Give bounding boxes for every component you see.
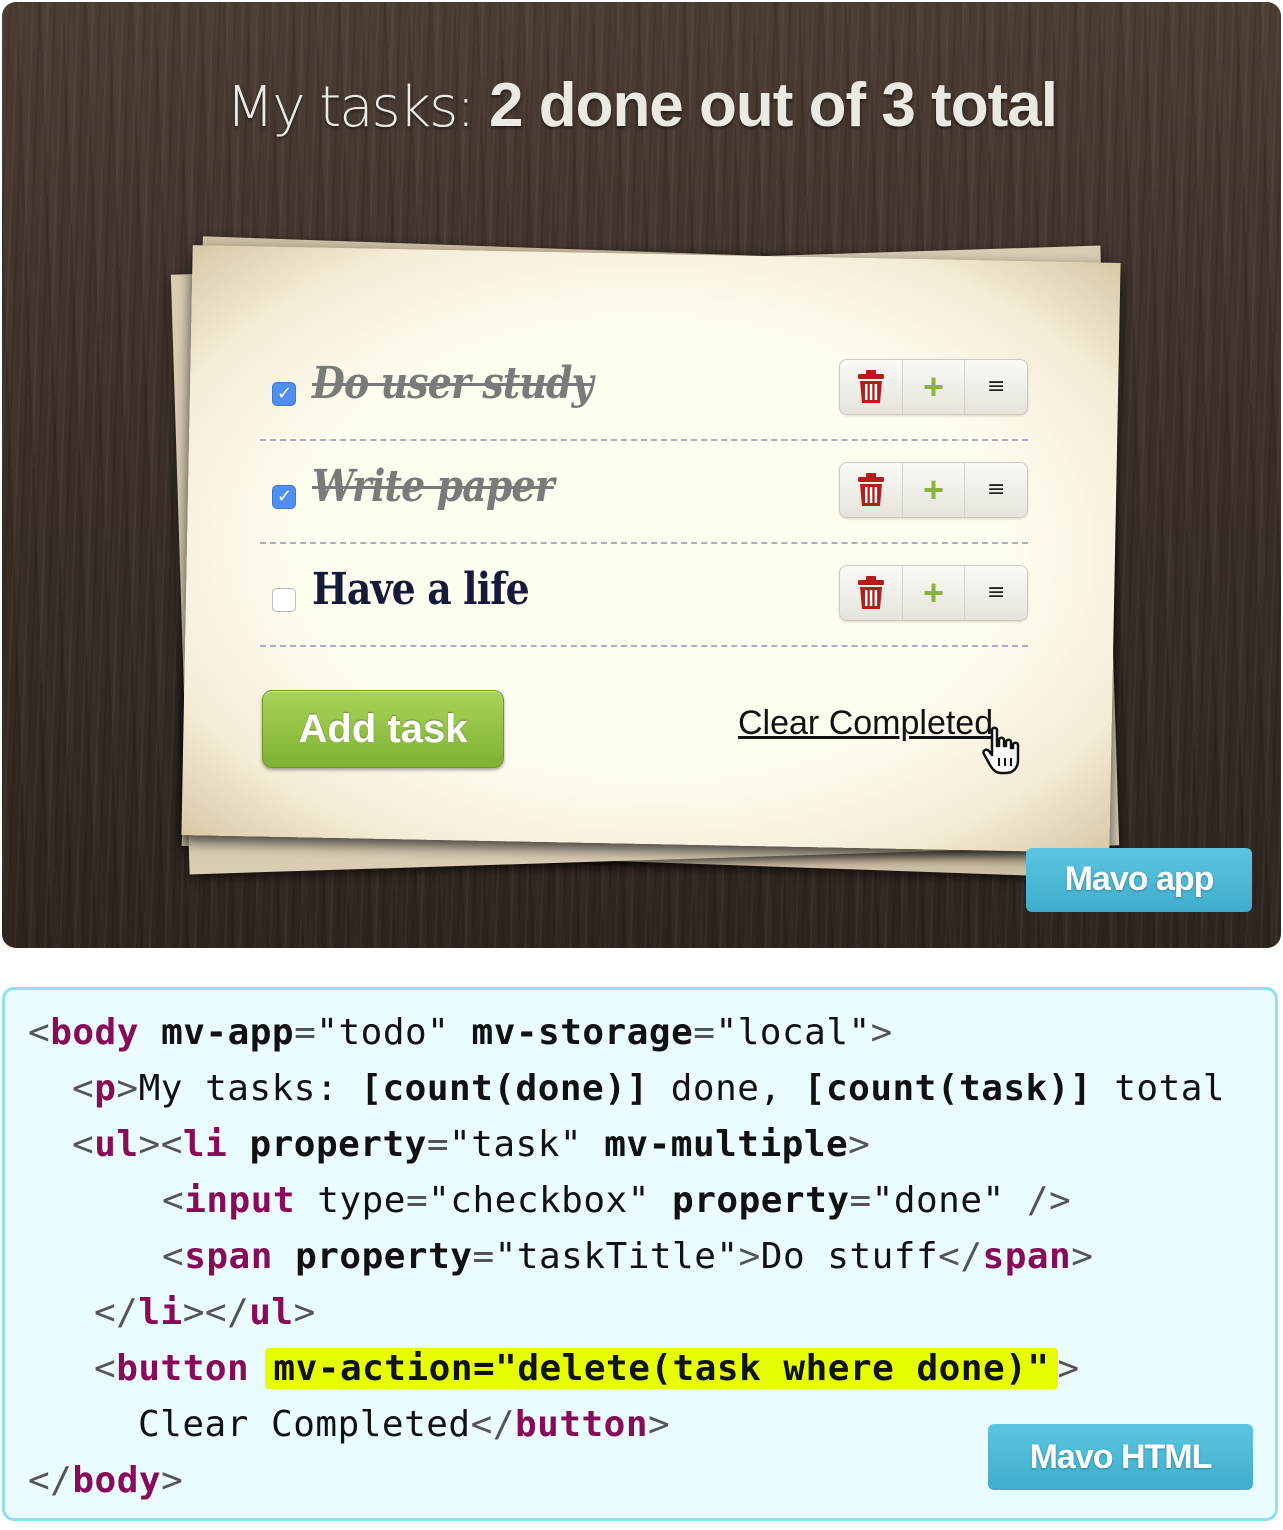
code-line-button: <button mv-action="delete(task where don… — [94, 1348, 1080, 1389]
code-line-button-text: Clear Completed</button> — [138, 1404, 671, 1445]
delete-task-button[interactable] — [840, 566, 903, 620]
reorder-handle[interactable]: ≡ — [965, 566, 1027, 620]
code-line-ul-li: <ul><li property="task" mv-multiple> — [72, 1124, 871, 1165]
task-done-checkbox[interactable] — [272, 382, 296, 406]
task-title[interactable]: Have a life — [312, 564, 530, 615]
code-line-span: <span property="taskTitle">Do stuff</spa… — [162, 1236, 1094, 1277]
task-summary-heading: My tasks: 2 done out of 3 total — [226, 71, 1058, 140]
hand-cursor-icon — [982, 726, 1020, 775]
delete-task-button[interactable] — [840, 463, 903, 517]
mavo-html-badge: Mavo HTML — [988, 1424, 1253, 1490]
task-title[interactable]: Do user study — [312, 358, 594, 409]
total-count: 3 — [881, 71, 915, 140]
add-task-after-button[interactable]: + — [903, 566, 966, 620]
task-actions: + ≡ — [839, 359, 1028, 415]
task-item: Do user study + ≡ — [260, 338, 1028, 441]
menu-icon: ≡ — [986, 580, 1006, 605]
add-task-button[interactable]: Add task — [262, 690, 504, 768]
task-actions: + ≡ — [839, 462, 1028, 518]
code-line-body-close: </body> — [28, 1460, 184, 1501]
trash-icon — [857, 473, 884, 506]
plus-icon: + — [922, 366, 945, 407]
clear-completed-button[interactable]: Clear Completed — [738, 704, 993, 743]
task-item: Have a life + ≡ — [260, 544, 1028, 647]
plus-icon: + — [922, 572, 945, 613]
add-task-after-button[interactable]: + — [903, 463, 966, 517]
mavo-app-badge: Mavo app — [1026, 848, 1252, 912]
code-line-li-ul-close: </li></ul> — [94, 1292, 316, 1333]
mv-action-highlight: mv-action="delete(task where done)" — [265, 1348, 1058, 1389]
task-done-checkbox[interactable] — [272, 588, 296, 612]
reorder-handle[interactable]: ≡ — [965, 360, 1027, 414]
reorder-handle[interactable]: ≡ — [965, 463, 1027, 517]
code-line-input: <input type="checkbox" property="done" /… — [162, 1180, 1072, 1221]
add-task-after-button[interactable]: + — [903, 360, 966, 414]
delete-task-button[interactable] — [840, 360, 903, 414]
task-list: Do user study + ≡ Write paper — [260, 338, 1028, 647]
code-line-body-open: <body mv-app="todo" mv-storage="local"> — [28, 1012, 893, 1053]
menu-icon: ≡ — [986, 477, 1006, 502]
trash-icon — [857, 576, 884, 609]
menu-icon: ≡ — [986, 374, 1006, 399]
trash-icon — [857, 370, 884, 403]
task-done-checkbox[interactable] — [272, 485, 296, 509]
done-count: 2 — [488, 71, 523, 140]
task-title[interactable]: Write paper — [312, 461, 555, 512]
plus-icon: + — [922, 469, 945, 510]
code-line-p: <p>My tasks: [count(done)] done, [count(… — [72, 1068, 1226, 1109]
task-actions: + ≡ — [839, 565, 1028, 621]
task-item: Write paper + ≡ — [260, 441, 1028, 544]
